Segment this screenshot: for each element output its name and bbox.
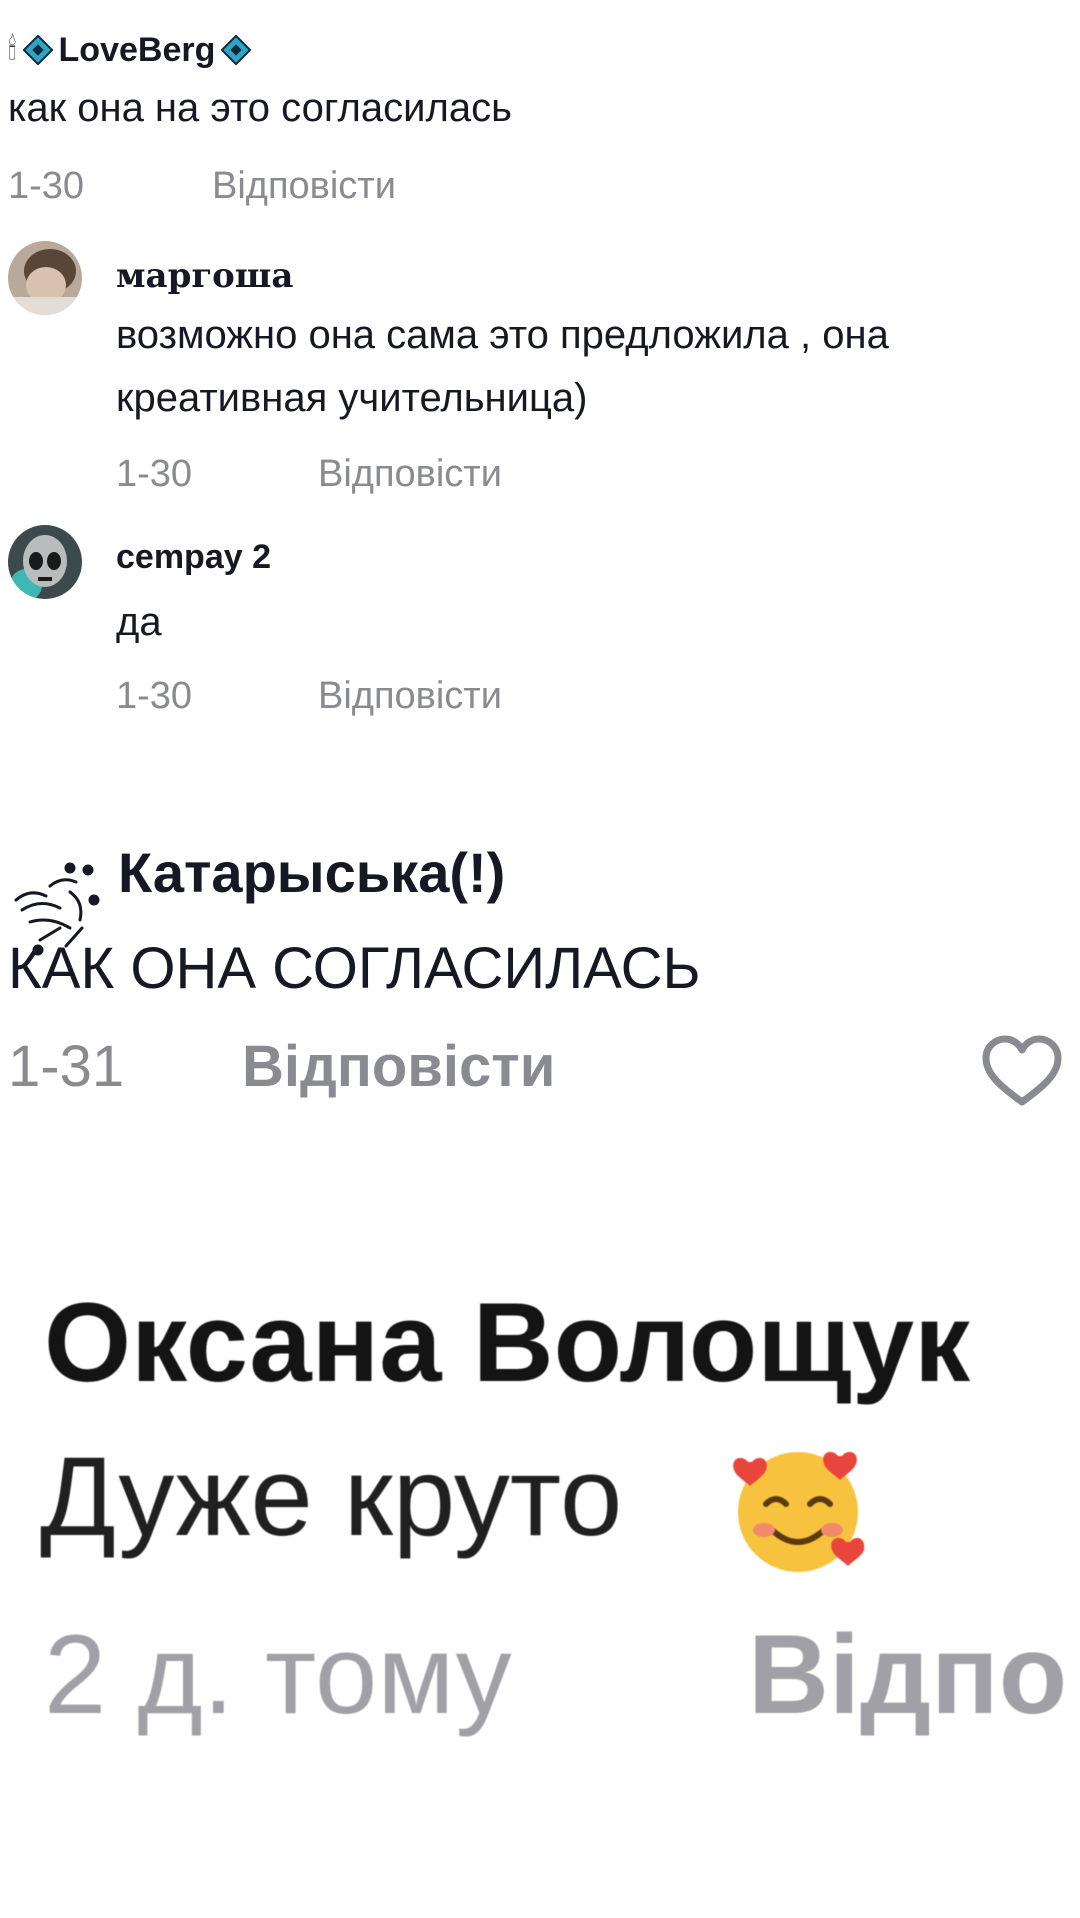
diamond-badge-icon — [220, 34, 252, 66]
reply-button[interactable]: Відповісти — [318, 675, 502, 718]
comment-author-name[interactable]: Оксана Волощук — [44, 1278, 970, 1407]
comment-date: 1-31 — [8, 1034, 125, 1099]
comment-date: 2 д. тому — [44, 1612, 512, 1737]
reply-text-line: возможно она сама это предложила , она — [116, 313, 889, 357]
comment-text: КАК ОНА СОГЛАСИЛАСЬ — [8, 936, 701, 1001]
reply-author-name[interactable]: маргоша — [116, 256, 293, 296]
smiling-face-with-hearts-icon — [728, 1438, 868, 1583]
reply-text: да — [116, 600, 162, 644]
comment-date: 1-30 — [8, 165, 85, 207]
comment-text: как она на это согласилась — [8, 86, 512, 130]
reply-button[interactable]: Відповісти — [242, 1033, 555, 1100]
heart-outline-icon[interactable] — [980, 1034, 1064, 1113]
reply-button[interactable]: Відпо — [748, 1610, 1067, 1739]
reply-button[interactable]: Відповісти — [212, 165, 396, 208]
candle-icon: 🕯 — [8, 33, 17, 66]
reply-button[interactable]: Відповісти — [318, 453, 502, 496]
alien-avatar[interactable] — [8, 525, 82, 599]
comment-author-row[interactable]: 🕯 LoveBerg — [8, 22, 257, 78]
reply-text-line: креативная учительница) — [116, 376, 588, 420]
reply-author-name[interactable]: cempay 2 — [116, 538, 271, 577]
diamond-badge-icon — [21, 34, 54, 66]
comment-author-name[interactable]: LoveBerg — [59, 31, 216, 70]
comment-author-name[interactable]: Катарыська(!) — [118, 840, 505, 905]
comment-text: Дуже круто — [40, 1434, 623, 1559]
reply-date: 1-30 — [116, 453, 193, 495]
reply-date: 1-30 — [116, 675, 193, 717]
user-avatar[interactable] — [8, 241, 82, 315]
